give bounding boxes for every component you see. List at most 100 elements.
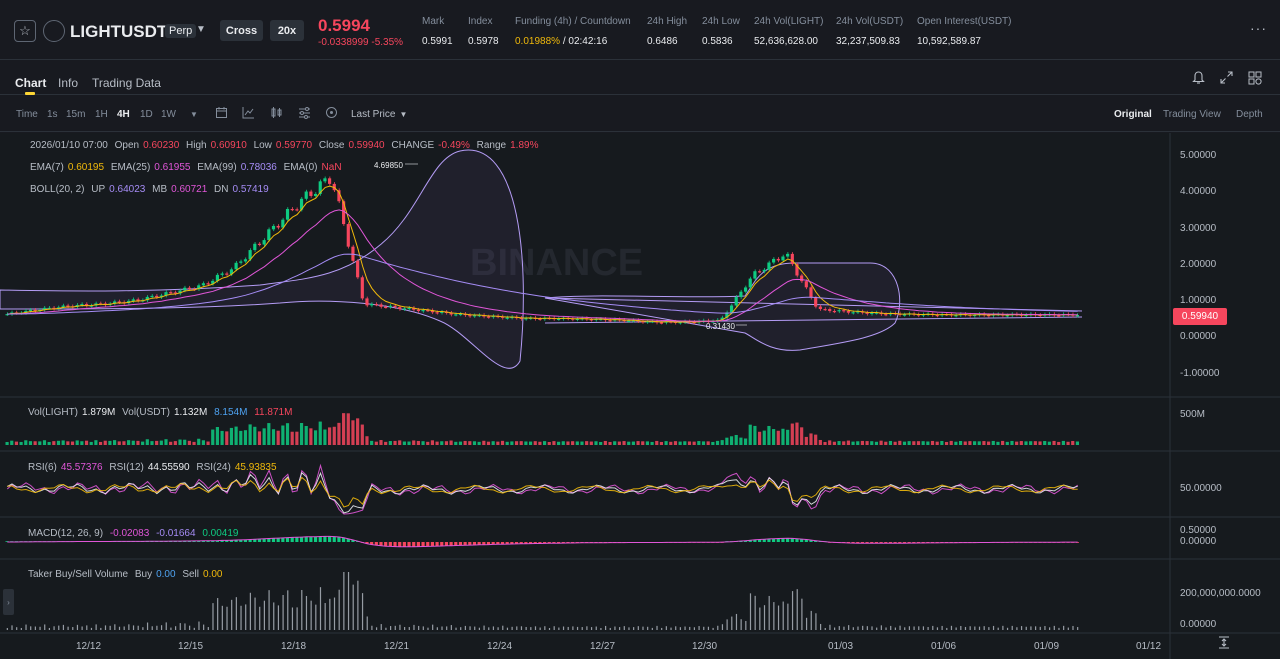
candle-body [748,278,752,288]
taker-bar [633,627,635,630]
stat-funding[interactable]: Funding (4h) / Countdown 0.01988% / 02:4… [515,16,631,47]
tab-trading-data[interactable]: Trading Data [92,76,161,90]
interval-dropdown-icon[interactable]: ▼ [190,110,198,119]
taker-bar [684,626,686,630]
volume-bar [127,440,131,445]
taker-bar [399,624,401,630]
settings-sliders-icon[interactable] [298,106,311,119]
volume-bar [921,441,925,445]
macd-bar [449,542,453,546]
price-type-select[interactable]: Last Price ▼ [351,109,407,120]
star-icon[interactable]: ☆ [14,20,36,42]
candle-body [767,262,771,270]
volume-bar [912,441,916,445]
taker-bar [277,605,280,630]
symbol-name[interactable]: LIGHTUSDT [70,22,167,42]
macd-info[interactable]: MACD(12, 26, 9) -0.02083 -0.01664 0.0041… [28,528,243,539]
candle-type-icon[interactable] [270,106,283,119]
taker-bar [128,624,130,630]
taker-bar [488,627,490,630]
taker-bar [249,592,251,630]
macd-bar [384,542,388,547]
taker-bar [661,627,663,630]
taker-bar [1058,627,1060,630]
volume-bar [1029,441,1033,445]
taker-bar [174,626,177,630]
collapse-panel-button[interactable]: › [3,589,14,615]
more-icon[interactable]: ··· [1250,20,1267,36]
chevron-down-icon[interactable]: ▼ [196,24,206,35]
indicator-icon[interactable] [242,106,255,119]
taker-bar [226,606,228,630]
volume-bar [28,441,33,445]
macd-hist: 0.00419 [202,528,239,539]
time-label[interactable]: Time [16,109,38,120]
volume-bar [33,441,37,445]
macd-bar [304,536,308,542]
candle-body [659,322,664,324]
margin-mode-button[interactable]: Cross [220,20,263,41]
view-original[interactable]: Original [1114,109,1152,120]
macd-bar [328,536,332,542]
volume-info[interactable]: Vol(LIGHT) 1.879M Vol(USDT) 1.132M 8.154M … [28,407,296,418]
ema-info[interactable]: EMA(7) 0.60195 EMA(25) 0.61955 EMA(99) 0.78… [30,162,346,173]
volume-bar [108,440,112,445]
macd-tick: 0.00000 [1180,536,1217,547]
macd-dea: -0.01664 [156,528,196,539]
volume-bar [164,439,168,445]
taker-bar [310,600,312,630]
taker-bar [62,624,65,630]
candle-body [818,306,822,310]
volume-bar [973,441,977,445]
calendar-icon[interactable] [215,106,228,119]
candle-body [823,309,827,311]
high-label: High [186,140,207,151]
tab-info[interactable]: Info [58,76,78,90]
volume-bar [482,440,486,445]
target-icon[interactable] [325,106,338,119]
taker-bar [848,625,850,630]
rsi-info[interactable]: RSI(6) 45.57376 RSI(12) 44.55590 RSI(24) 45… [28,462,281,473]
macd-bar [421,542,425,547]
taker-bar [801,598,803,630]
bell-icon[interactable] [1192,71,1205,85]
interval-15m[interactable]: 15m [66,109,85,120]
taker-bar [67,626,69,630]
date-tick: 12/15 [178,641,203,652]
boll-info[interactable]: BOLL(20, 2) UP 0.64023 MB 0.60721 DN 0.5741… [30,184,273,195]
taker-bar [838,626,840,630]
interval-1w[interactable]: 1W [161,109,176,120]
expand-icon[interactable] [1220,71,1233,84]
taker-bar [404,627,406,630]
candle-body [814,297,818,307]
interval-1h[interactable]: 1H [95,109,108,120]
tab-chart[interactable]: Chart [15,76,46,90]
interval-1s[interactable]: 1s [47,109,58,120]
volume-bar [687,441,692,445]
macd-bar [398,542,402,547]
volume-bar [902,441,907,445]
view-trading-view[interactable]: Trading View [1163,109,1221,120]
date-tick: 12/18 [281,641,306,652]
taker-bar [871,626,873,630]
taker-info[interactable]: Taker Buy/Sell Volume Buy 0.00 Sell 0.00 [28,569,226,580]
volume-bar [641,441,645,445]
macd-bar [323,536,327,542]
taker-bar [717,625,719,630]
candle-body [762,269,766,272]
taker-bar [25,624,27,630]
chart-area[interactable]: BINANCE 5.00000 4.00000 3.00000 2.00000 … [0,133,1280,659]
taker-bar [773,602,775,630]
price-chart-svg[interactable]: BINANCE 5.00000 4.00000 3.00000 2.00000 … [0,133,1280,659]
volume-bar [10,440,14,445]
volume-bar [594,441,598,445]
layout-grid-icon[interactable] [1248,71,1262,85]
volume-bar [870,441,874,445]
leverage-button[interactable]: 20x [270,20,304,41]
taker-bar [703,626,705,630]
view-depth[interactable]: Depth [1236,109,1263,120]
fit-scale-icon[interactable] [1218,636,1230,649]
interval-1d[interactable]: 1D [140,109,153,120]
interval-4h[interactable]: 4H [117,109,130,120]
volume-bar [571,441,575,445]
